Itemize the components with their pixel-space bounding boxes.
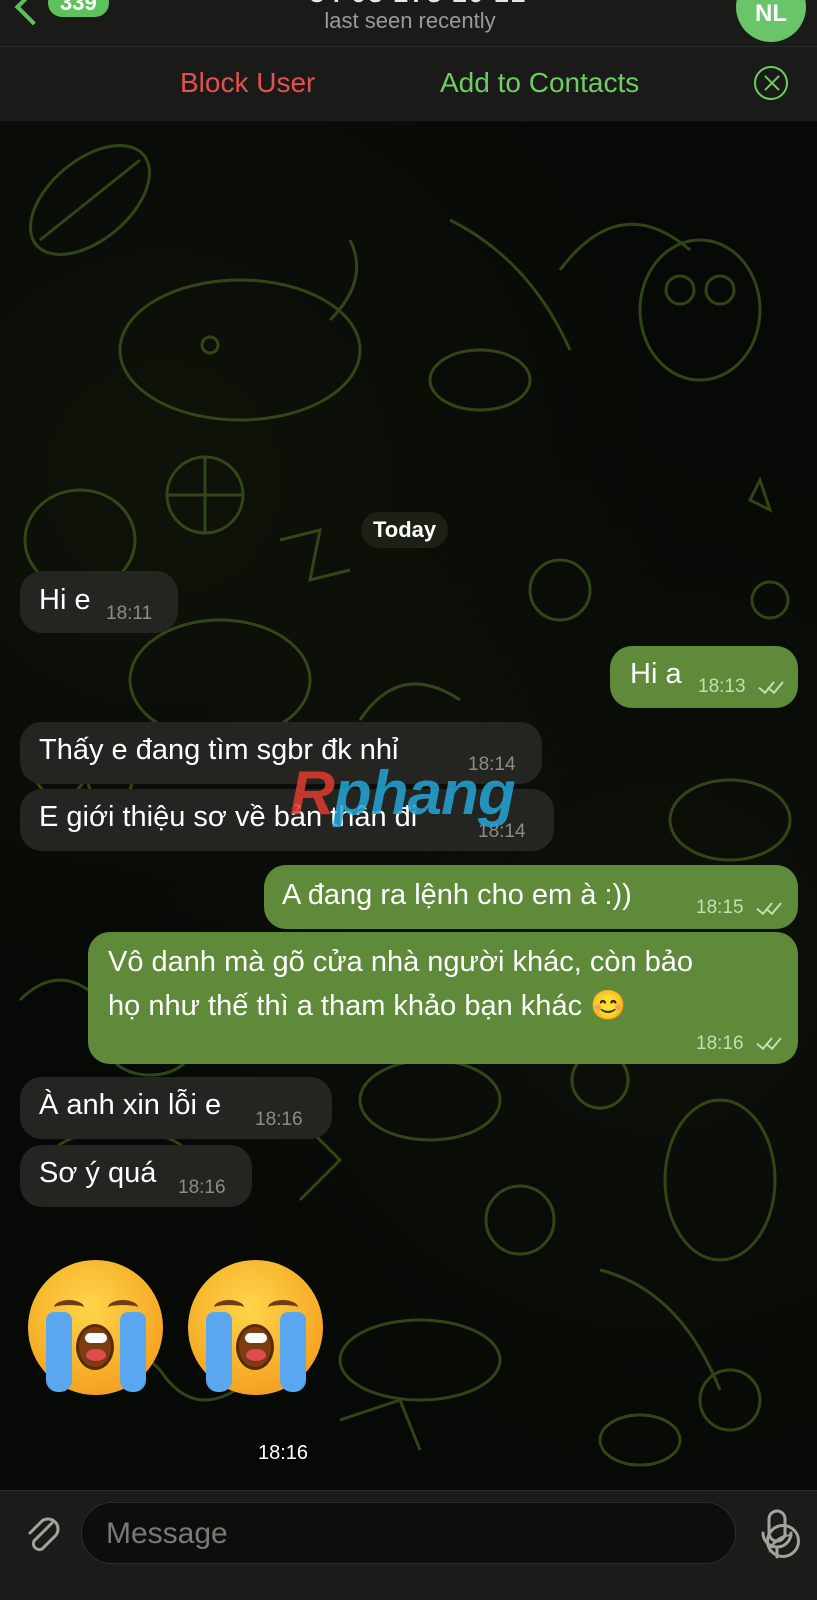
message-text: Hi e (39, 584, 91, 616)
close-icon[interactable] (754, 66, 788, 100)
message-bubble-incoming[interactable]: À anh xin lỗi e 18:16 (20, 1077, 332, 1139)
message-time: 18:15 (696, 897, 744, 918)
message-bubble-incoming[interactable]: Hi e 18:11 (20, 571, 178, 633)
read-checkmarks-icon (756, 680, 784, 696)
message-time: 18:16 (178, 1177, 226, 1198)
message-text: Sơ ý quá (39, 1157, 157, 1189)
contact-status: last seen recently (324, 8, 496, 33)
message-bubble-incoming[interactable]: Sơ ý quá 18:16 (20, 1145, 252, 1207)
message-time: 18:13 (698, 676, 746, 697)
date-separator: Today (361, 512, 449, 548)
message-text: A đang ra lệnh cho em à :)) (282, 879, 632, 911)
add-to-contacts-button[interactable]: Add to Contacts (440, 67, 639, 99)
sticker-time: 18:16 (258, 1442, 309, 1464)
message-time: 18:16 (696, 1033, 744, 1054)
message-text-line-1: Vô danh mà gõ cửa nhà người khác, còn bả… (108, 946, 694, 978)
chat-header: 339 +84 93 273 29 22 last seen recently … (0, 0, 817, 47)
message-input[interactable]: Message (81, 1502, 800, 1564)
message-text: Hi a (630, 658, 682, 690)
avatar[interactable]: NL (736, 0, 806, 42)
message-text: À anh xin lỗi e (39, 1089, 222, 1121)
watermark-logo: Rphang (290, 759, 516, 828)
message-composer: Message (0, 1490, 817, 1600)
contact-action-bar: Block User Add to Contacts (0, 47, 817, 122)
chevron-left-icon (14, 0, 52, 26)
read-checkmarks-icon (754, 901, 782, 917)
read-checkmarks-icon (754, 1036, 782, 1052)
loudly-crying-face-icon[interactable] (28, 1260, 163, 1395)
message-time: 18:16 (255, 1109, 303, 1130)
back-button[interactable]: 339 (10, 0, 109, 26)
message-bubble-outgoing[interactable]: Vô danh mà gõ cửa nhà người khác, còn bả… (88, 932, 798, 1064)
message-text-line-2: họ như thế thì a tham khảo bạn khác 😊 (108, 990, 627, 1022)
block-user-button[interactable]: Block User (180, 67, 315, 99)
loudly-crying-face-icon[interactable] (188, 1260, 323, 1395)
microphone-icon[interactable] (760, 1509, 794, 1561)
message-bubble-outgoing[interactable]: Hi a 18:13 (610, 646, 798, 708)
chat-screen: 339 +84 93 273 29 22 last seen recently … (0, 0, 817, 1600)
message-time: 18:11 (106, 603, 153, 624)
paperclip-icon[interactable] (22, 1513, 66, 1557)
message-bubble-outgoing[interactable]: A đang ra lệnh cho em à :)) 18:15 (264, 865, 798, 929)
unread-count-badge: 339 (48, 0, 109, 17)
message-placeholder: Message (106, 1517, 228, 1550)
